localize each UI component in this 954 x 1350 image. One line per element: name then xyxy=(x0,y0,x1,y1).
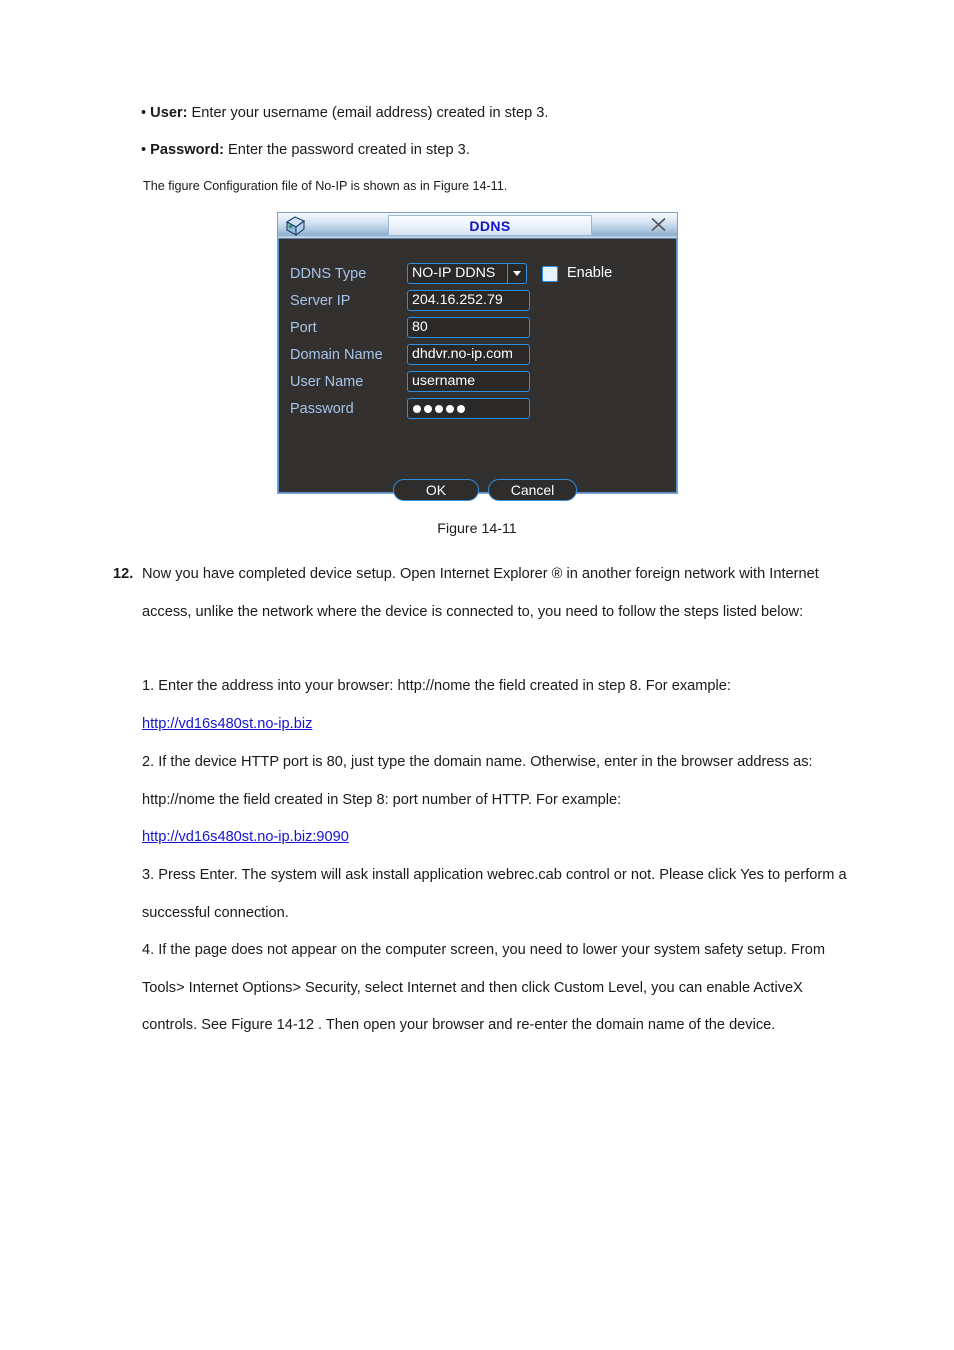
label-domain-name: Domain Name xyxy=(290,347,383,363)
domain-name-input[interactable]: dhdvr.no-ip.com xyxy=(407,344,530,365)
link-2[interactable]: http://vd16s480st.no-ip.biz:9090 xyxy=(142,819,349,857)
chevron-down-icon[interactable] xyxy=(507,264,526,283)
step-3-text: 3. Press Enter. The system will ask inst… xyxy=(142,867,847,921)
device-cube-icon xyxy=(283,214,309,238)
domain-name-value: dhdvr.no-ip.com xyxy=(412,346,513,363)
label-port: Port xyxy=(290,320,317,336)
link-1[interactable]: http://vd16s480st.no-ip.biz xyxy=(142,706,312,744)
ddns-type-select[interactable]: NO-IP DDNS xyxy=(407,263,527,284)
bullet-marker: • xyxy=(141,142,151,158)
dialog-body: DDNS Type NO-IP DDNS Enable Server IP 20… xyxy=(278,239,677,501)
server-ip-input[interactable]: 204.16.252.79 xyxy=(407,290,530,311)
label-user-name: User Name xyxy=(290,374,364,390)
bullet-term-user: User: xyxy=(150,105,188,121)
cancel-button-label: Cancel xyxy=(510,482,555,498)
bullet-term-password: Password: xyxy=(150,142,224,158)
checkbox-box-icon[interactable] xyxy=(542,265,558,282)
figure-reference-note: The figure Configuration file of No-IP i… xyxy=(143,179,508,193)
password-input[interactable] xyxy=(407,398,530,419)
step-4-text: 4. If the page does not appear on the co… xyxy=(142,942,826,1034)
row-ddns-type: DDNS Type NO-IP DDNS Enable xyxy=(290,263,668,285)
label-ddns-type: DDNS Type xyxy=(290,266,367,282)
bullet-password: • Password: Enter the password created i… xyxy=(141,141,861,159)
item-text: Now you have completed device setup. Ope… xyxy=(142,566,819,620)
link-1-text[interactable]: http://vd16s480st.no-ip.biz xyxy=(142,716,312,732)
user-name-value: username xyxy=(412,373,476,390)
dialog-title-plate: DDNS xyxy=(388,215,592,236)
row-domain-name: Domain Name dhdvr.no-ip.com xyxy=(290,344,540,366)
item-number: 12. xyxy=(113,566,134,582)
bullet-marker: • xyxy=(141,105,151,121)
ok-button[interactable]: OK xyxy=(393,479,479,501)
server-ip-value: 204.16.252.79 xyxy=(412,292,503,309)
port-value: 80 xyxy=(412,319,428,336)
document-page: • User: Enter your username (email addre… xyxy=(0,0,954,1350)
step-1-text: 1. Enter the address into your browser: … xyxy=(142,678,731,694)
label-password: Password xyxy=(290,401,354,417)
ddns-type-value: NO-IP DDNS xyxy=(412,265,496,282)
label-enable: Enable xyxy=(567,265,613,282)
user-name-input[interactable]: username xyxy=(407,371,530,392)
ok-button-label: OK xyxy=(425,482,447,498)
step-2-text: 2. If the device HTTP port is 80, just t… xyxy=(142,754,813,808)
enable-checkbox[interactable]: Enable xyxy=(542,263,612,284)
bullet-user: • User: Enter your username (email addre… xyxy=(141,104,861,122)
link-2-text[interactable]: http://vd16s480st.no-ip.biz:9090 xyxy=(142,829,349,845)
row-password: Password xyxy=(290,398,540,420)
numbered-item-12: 12. Now you have completed device setup.… xyxy=(113,556,853,631)
bullet-text-user: Enter your username (email address) crea… xyxy=(187,105,549,121)
dialog-title: DDNS xyxy=(469,217,511,234)
close-icon[interactable] xyxy=(650,216,667,233)
row-user-name: User Name username xyxy=(290,371,540,393)
figure-caption: Figure 14-11 xyxy=(437,521,517,537)
dialog-titlebar: DDNS xyxy=(278,213,677,239)
row-port: Port 80 xyxy=(290,317,540,339)
cancel-button[interactable]: Cancel xyxy=(488,479,577,501)
ddns-dialog: DDNS DDNS Type NO-IP DDNS Enable Server … xyxy=(277,212,678,501)
label-server-ip: Server IP xyxy=(290,293,351,309)
bullet-text-password: Enter the password created in step 3. xyxy=(223,142,470,158)
port-input[interactable]: 80 xyxy=(407,317,530,338)
row-server-ip: Server IP 204.16.252.79 xyxy=(290,290,540,312)
password-masked-value xyxy=(412,404,465,413)
